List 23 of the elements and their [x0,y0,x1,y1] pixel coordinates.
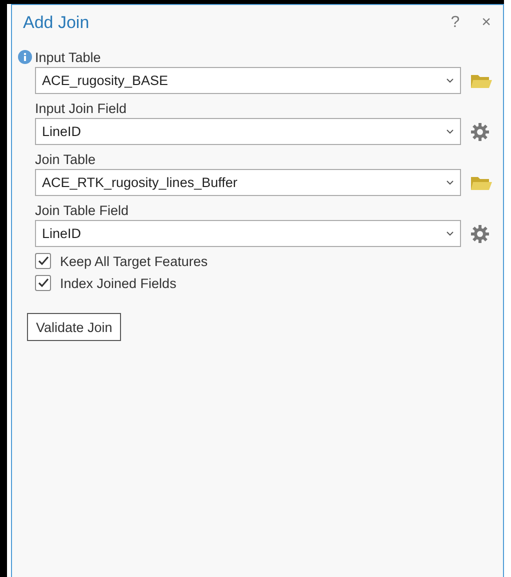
chevron-icon [446,230,454,236]
checkbox-label: Keep All Target Features [60,254,208,268]
close-button[interactable]: × [482,14,491,32]
dropdown-field[interactable]: ACE_rugosity_BASE [35,67,461,94]
checkbox[interactable] [35,253,51,269]
dropdown-field[interactable]: LineID [35,118,461,145]
checkbox-label: Index Joined Fields [60,276,176,290]
info-icon[interactable] [18,50,32,64]
dropdown-field[interactable]: ACE_RTK_rugosity_lines_Buffer [35,169,461,196]
field-label: Input Table [35,50,101,64]
field-label: Input Join Field [35,100,127,116]
field-label: Join Table [35,152,96,166]
validate-button[interactable]: Validate Join [27,313,122,341]
field-label: Join Table Field [35,202,129,218]
settings-icon[interactable] [470,122,490,142]
help-button[interactable]: ? [450,14,460,32]
chevron-icon [446,180,454,186]
settings-icon[interactable] [470,224,490,244]
chevron-icon [446,78,454,84]
dropdown-field[interactable]: LineID [35,220,461,247]
panel-title: Add Join [23,13,90,33]
checkbox[interactable] [35,275,51,291]
chevron-icon [446,128,454,134]
